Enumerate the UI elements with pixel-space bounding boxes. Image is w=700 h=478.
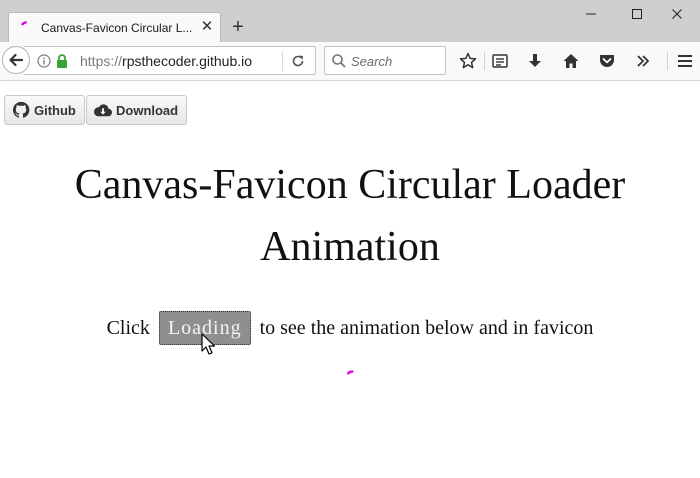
back-arrow-icon [9,53,24,67]
mouse-cursor-icon [201,333,216,355]
star-icon[interactable] [458,51,478,71]
close-window-button[interactable] [654,2,700,24]
close-icon [672,8,682,19]
github-button[interactable]: Github [4,95,85,125]
menu-icon[interactable] [675,51,695,71]
instruction-text: Click Loading to see the animation below… [0,310,700,345]
download-icon[interactable] [525,51,545,71]
overflow-icon[interactable] [633,51,653,71]
instruction-before: Click [106,317,150,339]
download-label: Download [116,102,179,118]
github-icon [12,101,30,118]
cloud-download-icon [94,104,112,117]
url-host: rpsthecoder.github.io [122,53,253,69]
instruction-after: to see the animation below and in favico… [259,317,594,339]
navigation-toolbar: https://rpsthecoder.github.io [0,42,700,81]
toolbar-divider [667,52,668,70]
download-button[interactable]: Download [86,95,188,125]
browser-tab-active[interactable]: Canvas-Favicon Circular L... ✕ [8,12,221,42]
toolbar-divider [484,52,485,70]
maximize-icon [632,8,642,19]
page-content: Github Download Canvas-Favicon Circular … [0,82,700,478]
tab-close-icon[interactable]: ✕ [199,19,215,35]
minimize-button[interactable] [568,2,614,24]
page-title-line1: Canvas-Favicon Circular Loader [74,162,626,208]
home-icon[interactable] [561,51,581,71]
back-button[interactable] [2,46,30,74]
lock-icon[interactable] [56,53,68,69]
favicon-loader-icon [21,21,27,26]
new-tab-icon[interactable]: + [228,17,248,37]
tab-title: Canvas-Favicon Circular L... [41,21,193,35]
url-text[interactable]: https://rpsthecoder.github.io [80,53,252,69]
github-label: Github [34,102,76,118]
page-title-line2: Animation [260,224,440,270]
info-icon[interactable] [37,54,51,68]
url-bar[interactable]: https://rpsthecoder.github.io [24,46,316,75]
title-bar: Canvas-Favicon Circular L... ✕ + [0,0,700,42]
page-title: Canvas-Favicon Circular Loader Animation [0,154,700,278]
reading-list-icon[interactable] [490,51,510,71]
minimize-icon [586,13,596,15]
search-input[interactable] [351,52,441,70]
circular-loader-icon [347,370,354,375]
reload-icon[interactable] [290,53,306,69]
search-icon [332,54,346,68]
url-divider [282,51,283,71]
url-scheme: https:// [80,53,123,69]
search-bar[interactable] [324,46,446,75]
pocket-icon[interactable] [597,51,617,71]
